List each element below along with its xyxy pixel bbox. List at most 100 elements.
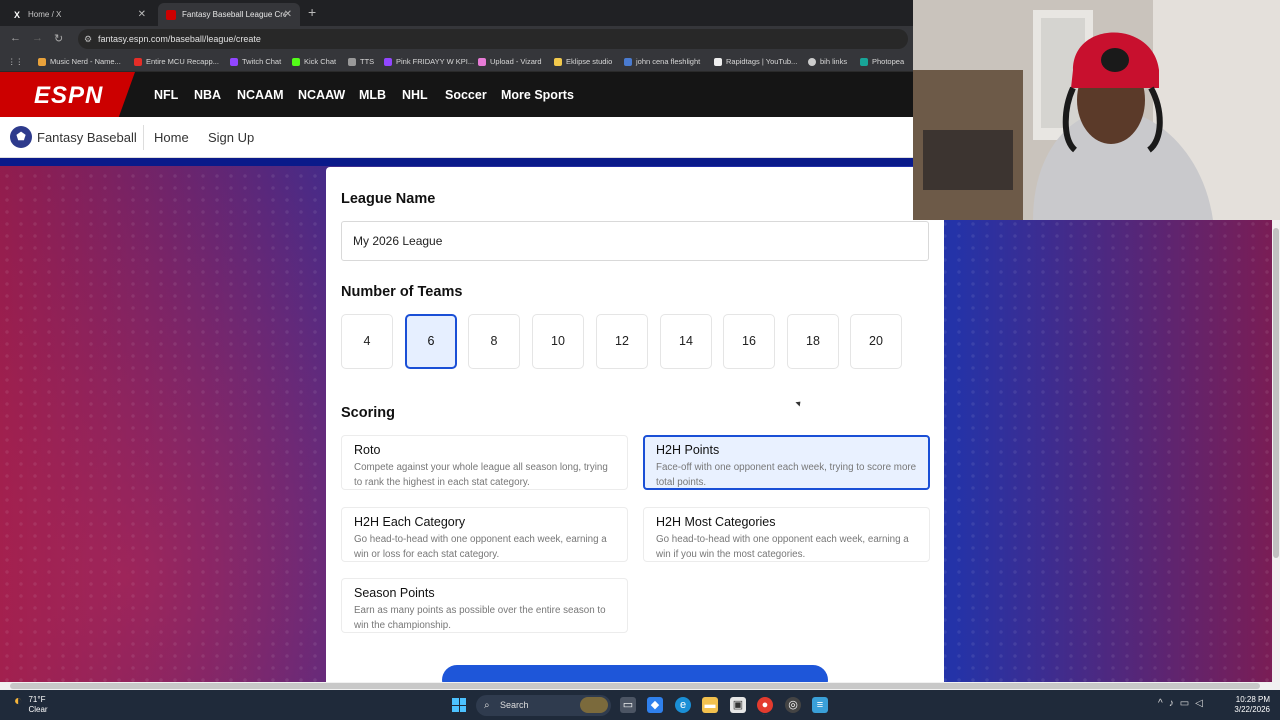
network-icon[interactable]: ▭ xyxy=(1180,698,1195,709)
file-explorer-icon[interactable]: ▬ xyxy=(702,697,718,713)
scoring-option-desc: Go head-to-head with one opponent each w… xyxy=(354,534,607,560)
search-icon: ⌕ xyxy=(484,700,490,711)
site-info-icon[interactable]: ⚙ xyxy=(84,29,92,49)
clock-time: 10:28 PM xyxy=(1235,695,1270,704)
teams-label: Number of Teams xyxy=(341,284,463,300)
bookmark-item[interactable]: Eklipse studio xyxy=(554,57,612,66)
bookmark-item[interactable]: Kick Chat xyxy=(292,57,336,66)
webcam-person-image xyxy=(913,0,1280,220)
new-tab-icon[interactable]: + xyxy=(308,4,316,20)
search-label: Search xyxy=(500,700,529,710)
divider xyxy=(143,125,144,150)
store-icon[interactable]: ▣ xyxy=(730,697,746,713)
bookmark-item[interactable]: Pink FRIDAYY W KPI... xyxy=(384,57,474,66)
scoring-option-name: H2H Points xyxy=(656,443,720,457)
x-logo-icon: X xyxy=(13,9,20,20)
bookmark-item[interactable]: Rapidtags | YouTub... xyxy=(714,57,797,66)
nav-ncaam[interactable]: NCAAM xyxy=(237,88,284,102)
horizontal-scroll-thumb[interactable] xyxy=(10,683,1260,689)
scoring-option-name: H2H Each Category xyxy=(354,515,466,529)
scoring-option-name: H2H Most Categories xyxy=(656,515,776,529)
bookmark-item[interactable]: Music Nerd - Name... xyxy=(38,57,121,66)
apps-icon[interactable]: ⋮⋮ xyxy=(8,57,23,66)
scoring-option-desc: Go head-to-head with one opponent each w… xyxy=(656,534,909,560)
bookmark-item[interactable]: Twitch Chat xyxy=(230,57,281,66)
bookmarks-bar: ⋮⋮ Music Nerd - Name... Entire MCU Recap… xyxy=(0,52,913,72)
obs-icon[interactable]: ◎ xyxy=(785,697,801,713)
bookmark-item[interactable]: Upload - Vizard xyxy=(478,57,542,66)
close-icon[interactable]: ✕ xyxy=(284,9,292,20)
scoring-label: Scoring xyxy=(341,405,395,421)
nav-ncaaw[interactable]: NCAAW xyxy=(298,88,345,102)
forward-icon[interactable]: → xyxy=(32,32,43,44)
scoring-option-name: Roto xyxy=(354,443,381,457)
team-option-4[interactable]: 4 xyxy=(341,314,393,369)
team-option-20[interactable]: 20 xyxy=(850,314,902,369)
fantasy-baseball-title[interactable]: Fantasy Baseball xyxy=(37,130,137,145)
league-name-label: League Name xyxy=(341,191,436,207)
scoring-option-h2h-most-categories[interactable]: H2H Most Categories Go head-to-head with… xyxy=(643,507,930,562)
reload-icon[interactable]: ↻ xyxy=(54,32,63,45)
vertical-scroll-thumb[interactable] xyxy=(1273,228,1279,558)
weather-desc: Clear xyxy=(28,705,48,714)
nav-nfl[interactable]: NFL xyxy=(154,88,178,102)
scoring-option-desc: Face-off with one opponent each week, tr… xyxy=(656,462,917,488)
scoring-option-h2h-each-category[interactable]: H2H Each Category Go head-to-head with o… xyxy=(341,507,628,562)
task-view-icon[interactable]: ▭ xyxy=(620,697,636,713)
bookmark-item[interactable]: john cena fleshlight xyxy=(624,57,700,66)
nav-soccer[interactable]: Soccer xyxy=(445,88,487,102)
system-tray[interactable]: ^♪▭◁ xyxy=(1158,698,1209,709)
team-option-12[interactable]: 12 xyxy=(596,314,648,369)
address-bar[interactable]: ⚙ fantasy.espn.com/baseball/league/creat… xyxy=(78,29,908,49)
fantasy-baseball-logo-icon[interactable]: ⬟ xyxy=(10,126,32,148)
bookmark-item[interactable]: Entire MCU Recapp... xyxy=(134,57,219,66)
team-option-18[interactable]: 18 xyxy=(787,314,839,369)
scoring-option-roto[interactable]: Roto Compete against your whole league a… xyxy=(341,435,628,490)
close-icon[interactable]: ✕ xyxy=(138,9,146,20)
back-icon[interactable]: ← xyxy=(10,32,21,44)
subnav-home-link[interactable]: Home xyxy=(154,130,189,145)
league-name-input[interactable] xyxy=(341,221,929,261)
widget-icon[interactable] xyxy=(580,697,608,713)
bookmark-item[interactable]: TTS xyxy=(348,57,374,66)
url-text: fantasy.espn.com/baseball/league/create xyxy=(98,34,261,44)
team-option-10[interactable]: 10 xyxy=(532,314,584,369)
browser-toolbar: ← → ↻ ⚙ fantasy.espn.com/baseball/league… xyxy=(0,26,913,52)
chrome-icon[interactable]: ● xyxy=(757,697,773,713)
tab-fantasy-baseball[interactable]: Fantasy Baseball League Creatio ✕ xyxy=(158,3,300,26)
notepad-icon[interactable]: ≡ xyxy=(812,697,828,713)
windows-start-icon[interactable] xyxy=(452,698,466,712)
header-strip xyxy=(0,158,913,166)
bookmark-item[interactable]: bih links xyxy=(808,57,847,66)
team-option-6[interactable]: 6 xyxy=(405,314,457,369)
scoring-option-desc: Earn as many points as possible over the… xyxy=(354,605,606,631)
browser-tab-bar: X Home / X ✕ Fantasy Baseball League Cre… xyxy=(0,0,913,26)
create-league-card: League Name Number of Teams 4 6 8 10 12 … xyxy=(326,167,944,695)
weather-widget[interactable]: ◐ 71°F Clear xyxy=(14,693,48,715)
tab-label: Fantasy Baseball League Creatio xyxy=(182,10,286,19)
clock-date: 3/22/2026 xyxy=(1234,705,1270,714)
scoring-option-h2h-points[interactable]: H2H Points Face-off with one opponent ea… xyxy=(643,435,930,490)
volume-icon[interactable]: ◁ xyxy=(1195,698,1209,709)
scoring-option-desc: Compete against your whole league all se… xyxy=(354,462,608,488)
nav-nba[interactable]: NBA xyxy=(194,88,221,102)
copilot-icon[interactable]: ◆ xyxy=(647,697,663,713)
subnav-signup-link[interactable]: Sign Up xyxy=(208,130,254,145)
espn-logo-container[interactable]: ESPN xyxy=(0,72,135,117)
fantasy-subnav: ⬟ Fantasy Baseball Home Sign Up xyxy=(0,117,913,158)
chevron-up-icon[interactable]: ^ xyxy=(1158,698,1169,709)
tab-home-x[interactable]: X Home / X ✕ xyxy=(4,3,154,26)
scoring-option-season-points[interactable]: Season Points Earn as many points as pos… xyxy=(341,578,628,633)
tab-label: Home / X xyxy=(28,10,62,19)
microphone-icon[interactable]: ♪ xyxy=(1169,698,1180,709)
right-background xyxy=(944,220,1272,682)
edge-icon[interactable]: e xyxy=(675,697,691,713)
nav-nhl[interactable]: NHL xyxy=(402,88,428,102)
team-option-14[interactable]: 14 xyxy=(660,314,712,369)
clock[interactable]: 10:28 PM 3/22/2026 xyxy=(1232,695,1270,715)
team-option-16[interactable]: 16 xyxy=(723,314,775,369)
bookmark-item[interactable]: Photopea xyxy=(860,57,904,66)
team-option-8[interactable]: 8 xyxy=(468,314,520,369)
nav-more-sports[interactable]: More Sports xyxy=(501,88,574,102)
nav-mlb[interactable]: MLB xyxy=(359,88,386,102)
